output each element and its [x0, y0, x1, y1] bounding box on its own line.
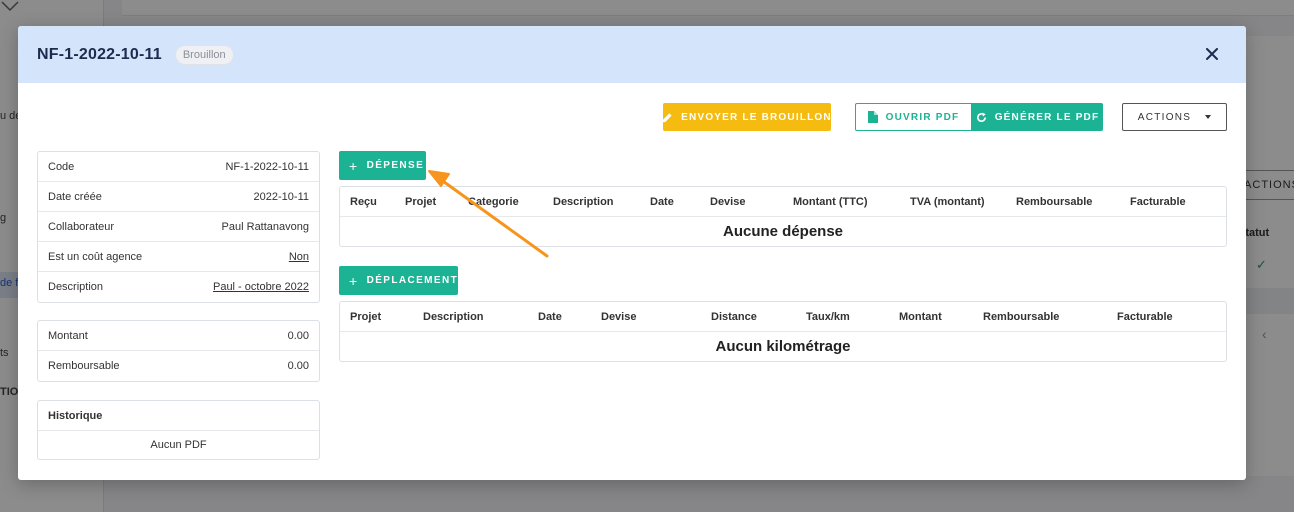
info-value: Paul Rattanavong — [221, 220, 309, 233]
info-row-collaborator: Collaborateur Paul Rattanavong — [38, 212, 319, 242]
close-button[interactable] — [1202, 44, 1222, 64]
column-header[interactable]: Montant (TTC) — [793, 196, 868, 208]
column-header[interactable]: Date — [538, 311, 562, 323]
info-row-date: Date créée 2022-10-11 — [38, 182, 319, 212]
refresh-icon — [976, 111, 987, 123]
description-link[interactable]: Paul - octobre 2022 — [213, 281, 309, 293]
expenses-table-header: Reçu Projet Categorie Description Date D… — [340, 187, 1226, 217]
history-empty: Aucun PDF — [150, 439, 207, 451]
column-header[interactable]: Date — [650, 196, 674, 208]
pencil-icon — [662, 112, 673, 123]
column-header[interactable]: Projet — [350, 311, 381, 323]
open-pdf-button[interactable]: OUVRIR PDF — [855, 103, 972, 131]
add-mileage-button[interactable]: + DÉPLACEMENT — [339, 266, 458, 295]
column-header[interactable]: Description — [423, 311, 484, 323]
close-icon — [1206, 48, 1218, 60]
actions-label: ACTIONS — [1137, 111, 1192, 123]
caret-down-icon — [1205, 115, 1212, 119]
column-header[interactable]: Remboursable — [1016, 196, 1092, 208]
totals-label: Remboursable — [48, 360, 120, 372]
status-badge: Brouillon — [174, 44, 234, 65]
info-value: NF-1-2022-10-11 — [225, 160, 309, 173]
column-header[interactable]: Facturable — [1130, 196, 1186, 208]
send-draft-label: ENVOYER LE BROUILLON — [681, 111, 832, 123]
totals-value: 0.00 — [287, 360, 309, 372]
totals-card: Montant 0.00 Remboursable 0.00 — [37, 320, 320, 382]
totals-row-amount: Montant 0.00 — [38, 321, 319, 351]
history-title: Historique — [38, 401, 319, 431]
column-header[interactable]: Facturable — [1117, 311, 1173, 323]
info-row-agency-cost: Est un coût agence Non — [38, 242, 319, 272]
column-header[interactable]: Description — [553, 196, 614, 208]
column-header[interactable]: Remboursable — [983, 311, 1059, 323]
file-icon — [867, 111, 878, 123]
actions-dropdown[interactable]: ACTIONS — [1122, 103, 1227, 131]
totals-label: Montant — [48, 329, 88, 342]
column-header[interactable]: Devise — [601, 311, 636, 323]
expense-report-modal: NF-1-2022-10-11 Brouillon ENVOYER LE BRO… — [18, 26, 1246, 480]
modal-title: NF-1-2022-10-11 — [37, 45, 162, 63]
info-value: 2022-10-11 — [253, 190, 309, 203]
send-draft-button[interactable]: ENVOYER LE BROUILLON — [663, 103, 831, 131]
add-expense-label: DÉPENSE — [366, 160, 425, 171]
column-header[interactable]: Distance — [711, 311, 757, 323]
totals-value: 0.00 — [287, 329, 309, 342]
mileage-empty-message: Aucun kilométrage — [715, 338, 851, 355]
agency-cost-link[interactable]: Non — [289, 251, 309, 263]
add-expense-button[interactable]: + DÉPENSE — [339, 151, 426, 180]
info-label: Est un coût agence — [48, 250, 143, 263]
expenses-empty-message: Aucune dépense — [722, 223, 844, 240]
totals-row-refundable: Remboursable 0.00 — [38, 351, 319, 381]
column-header[interactable]: Projet — [405, 196, 436, 208]
mileage-table: Projet Description Date Devise Distance … — [339, 301, 1227, 362]
info-label: Collaborateur — [48, 220, 115, 233]
column-header[interactable]: Reçu — [350, 196, 377, 208]
column-header[interactable]: TVA (montant) — [910, 196, 985, 208]
column-header[interactable]: Taux/km — [806, 311, 850, 323]
info-card: Code NF-1-2022-10-11 Date créée 2022-10-… — [37, 151, 320, 303]
info-row-description: Description Paul - octobre 2022 — [38, 272, 319, 302]
generate-pdf-button[interactable]: GÉNÉRER LE PDF — [972, 103, 1103, 131]
column-header[interactable]: Devise — [710, 196, 745, 208]
history-card: Historique Aucun PDF — [37, 400, 320, 460]
generate-pdf-label: GÉNÉRER LE PDF — [994, 111, 1100, 123]
info-label: Code — [48, 160, 75, 173]
mileage-table-header: Projet Description Date Devise Distance … — [340, 302, 1226, 332]
info-label: Date créée — [48, 190, 102, 203]
plus-icon: + — [349, 157, 359, 174]
column-header[interactable]: Categorie — [468, 196, 519, 208]
info-row-code: Code NF-1-2022-10-11 — [38, 152, 319, 182]
info-label: Description — [48, 281, 104, 293]
expenses-table: Reçu Projet Categorie Description Date D… — [339, 186, 1227, 247]
modal-header: NF-1-2022-10-11 Brouillon — [18, 26, 1246, 83]
open-pdf-label: OUVRIR PDF — [885, 111, 960, 123]
add-mileage-label: DÉPLACEMENT — [366, 275, 459, 286]
column-header[interactable]: Montant — [899, 311, 942, 323]
plus-icon: + — [349, 272, 359, 289]
